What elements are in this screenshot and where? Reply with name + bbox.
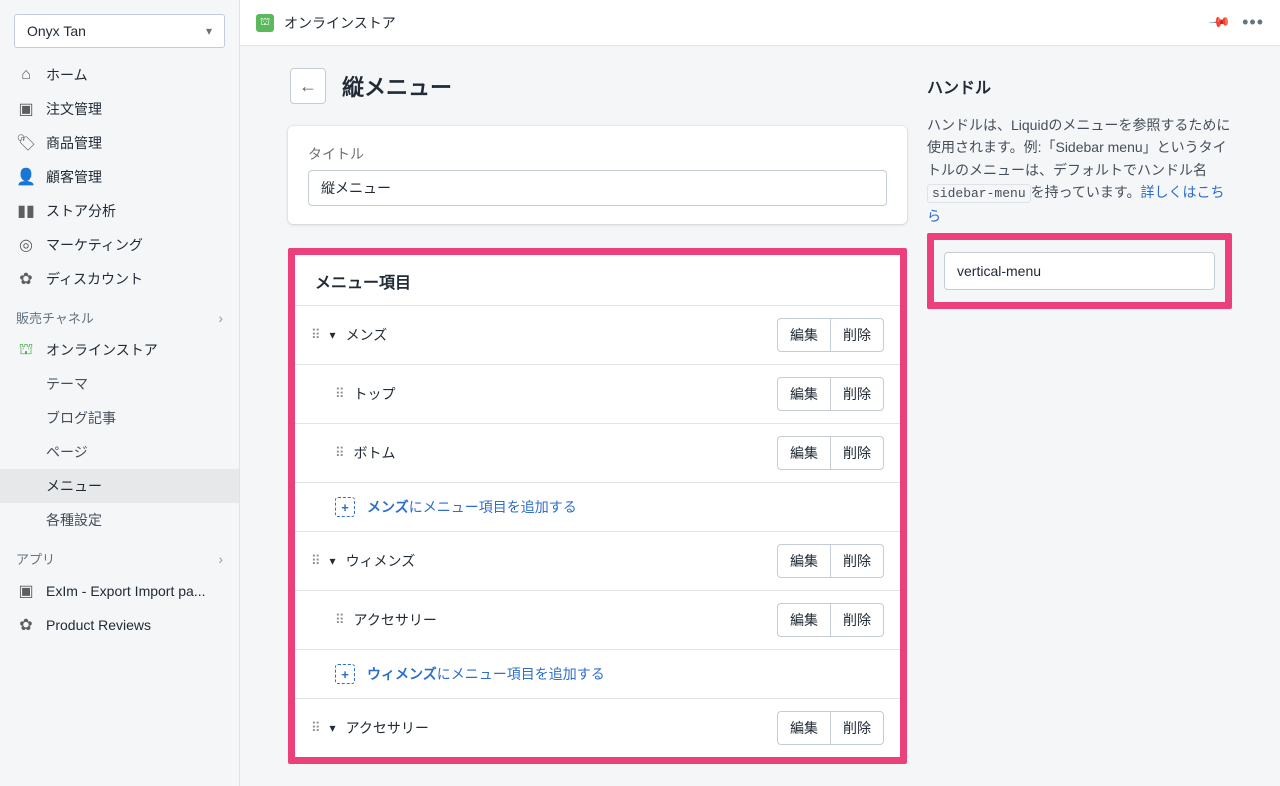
analytics-icon: ▮▮ (16, 201, 36, 221)
nav-products[interactable]: 🏷商品管理 (0, 126, 239, 160)
menu-item-row: ⠿ ▾ アクセサリー 編集 削除 (295, 698, 900, 757)
drag-handle-icon[interactable]: ⠿ (311, 553, 320, 569)
delete-button[interactable]: 削除 (830, 544, 884, 578)
caret-down-icon[interactable]: ▾ (330, 721, 336, 735)
back-button[interactable]: ← (290, 68, 326, 104)
discounts-icon: ✿ (16, 269, 36, 289)
caret-down-icon[interactable]: ▾ (330, 328, 336, 342)
drag-handle-icon[interactable]: ⠿ (335, 445, 344, 461)
add-menu-item-row[interactable]: + ウィメンズにメニュー項目を追加する (295, 649, 900, 698)
caret-down-icon[interactable]: ▾ (330, 554, 336, 568)
add-icon: + (335, 497, 355, 517)
subnav-pages[interactable]: ページ (0, 435, 239, 469)
orders-icon: ▣ (16, 99, 36, 119)
menu-item-row: ⠿ ▾ ウィメンズ 編集 削除 (295, 531, 900, 590)
add-icon: + (335, 664, 355, 684)
customers-icon: 👤 (16, 167, 36, 187)
title-label: タイトル (308, 144, 887, 164)
store-name: Onyx Tan (27, 23, 86, 39)
edit-button[interactable]: 編集 (777, 711, 830, 745)
menu-subitem-row: ⠿ ボトム 編集 削除 (295, 423, 900, 482)
apps-header: アプリ › (0, 537, 239, 574)
add-menu-item-row[interactable]: + メンズにメニュー項目を追加する (295, 482, 900, 531)
home-icon: ⌂ (16, 65, 36, 85)
page-header: ← 縦メニュー (288, 68, 907, 104)
title-input[interactable] (308, 170, 887, 206)
nav-discounts[interactable]: ✿ディスカウント (0, 262, 239, 296)
app-name: オンラインストア (284, 13, 396, 33)
edit-button[interactable]: 編集 (777, 544, 830, 578)
handle-input-highlight (927, 233, 1232, 309)
nav-home[interactable]: ⌂ホーム (0, 58, 239, 92)
app-logo-icon: ⛫ (256, 14, 274, 32)
nav-marketing[interactable]: ◎マーケティング (0, 228, 239, 262)
chevron-right-icon[interactable]: › (218, 310, 223, 326)
more-icon[interactable]: ••• (1242, 12, 1264, 33)
channels-nav: ⛫オンラインストア (0, 333, 239, 367)
topbar: ⛫ オンラインストア 📌 ••• (240, 0, 1280, 46)
page-title: 縦メニュー (342, 70, 452, 102)
edit-button[interactable]: 編集 (777, 603, 830, 637)
store-selector[interactable]: Onyx Tan ▾ (14, 14, 225, 48)
online-store-subnav: テーマ ブログ記事 ページ メニュー 各種設定 (0, 367, 239, 537)
handle-title: ハンドル (927, 68, 1232, 98)
handle-panel: ハンドル ハンドルは、Liquidのメニューを参照するために使用されます。例:「… (927, 68, 1232, 309)
drag-handle-icon[interactable]: ⠿ (311, 327, 320, 343)
app-icon: ✿ (16, 615, 36, 635)
products-icon: 🏷 (16, 133, 36, 153)
nav-customers[interactable]: 👤顧客管理 (0, 160, 239, 194)
sidebar: Onyx Tan ▾ ⌂ホーム ▣注文管理 🏷商品管理 👤顧客管理 ▮▮ストア分… (0, 0, 240, 786)
nav-analytics[interactable]: ▮▮ストア分析 (0, 194, 239, 228)
menu-subitem-row: ⠿ アクセサリー 編集 削除 (295, 590, 900, 649)
menu-items-header: メニュー項目 (295, 255, 900, 305)
delete-button[interactable]: 削除 (830, 436, 884, 470)
subnav-themes[interactable]: テーマ (0, 367, 239, 401)
channel-online-store[interactable]: ⛫オンラインストア (0, 333, 239, 367)
delete-button[interactable]: 削除 (830, 318, 884, 352)
menu-item-label: ウィメンズ (346, 551, 416, 571)
delete-button[interactable]: 削除 (830, 377, 884, 411)
drag-handle-icon[interactable]: ⠿ (335, 612, 344, 628)
edit-button[interactable]: 編集 (777, 318, 830, 352)
menu-subitem-row: ⠿ トップ 編集 削除 (295, 364, 900, 423)
menu-item-row: ⠿ ▾ メンズ 編集 削除 (295, 305, 900, 364)
marketing-icon: ◎ (16, 235, 36, 255)
menu-item-label: アクセサリー (354, 610, 437, 630)
title-card: タイトル (288, 126, 907, 224)
app-icon: ▣ (16, 581, 36, 601)
subnav-blog[interactable]: ブログ記事 (0, 401, 239, 435)
delete-button[interactable]: 削除 (830, 711, 884, 745)
handle-input[interactable] (944, 252, 1215, 290)
delete-button[interactable]: 削除 (830, 603, 884, 637)
handle-description: ハンドルは、Liquidのメニューを参照するために使用されます。例:「Sideb… (927, 114, 1232, 227)
menu-item-label: メンズ (346, 325, 388, 345)
drag-handle-icon[interactable]: ⠿ (311, 720, 320, 736)
menu-items-card: メニュー項目 ⠿ ▾ メンズ 編集 削除 (288, 248, 907, 764)
store-icon: ⛫ (16, 340, 36, 360)
apps-nav: ▣ExIm - Export Import pa... ✿Product Rev… (0, 574, 239, 642)
subnav-settings[interactable]: 各種設定 (0, 503, 239, 537)
pin-icon[interactable]: 📌 (1207, 10, 1231, 34)
main-content: ⛫ オンラインストア 📌 ••• ← 縦メニュー タイトル (240, 0, 1280, 786)
chevron-down-icon: ▾ (206, 24, 212, 38)
primary-nav: ⌂ホーム ▣注文管理 🏷商品管理 👤顧客管理 ▮▮ストア分析 ◎マーケティング … (0, 58, 239, 296)
edit-button[interactable]: 編集 (777, 377, 830, 411)
nav-orders[interactable]: ▣注文管理 (0, 92, 239, 126)
menu-item-label: アクセサリー (346, 718, 429, 738)
sales-channels-header: 販売チャネル › (0, 296, 239, 333)
app-exim[interactable]: ▣ExIm - Export Import pa... (0, 574, 239, 608)
drag-handle-icon[interactable]: ⠿ (335, 386, 344, 402)
menu-item-label: ボトム (354, 443, 396, 463)
menu-item-label: トップ (354, 384, 396, 404)
edit-button[interactable]: 編集 (777, 436, 830, 470)
chevron-right-icon[interactable]: › (218, 551, 223, 567)
app-reviews[interactable]: ✿Product Reviews (0, 608, 239, 642)
subnav-menu[interactable]: メニュー (0, 469, 239, 503)
handle-code: sidebar-menu (927, 184, 1031, 203)
